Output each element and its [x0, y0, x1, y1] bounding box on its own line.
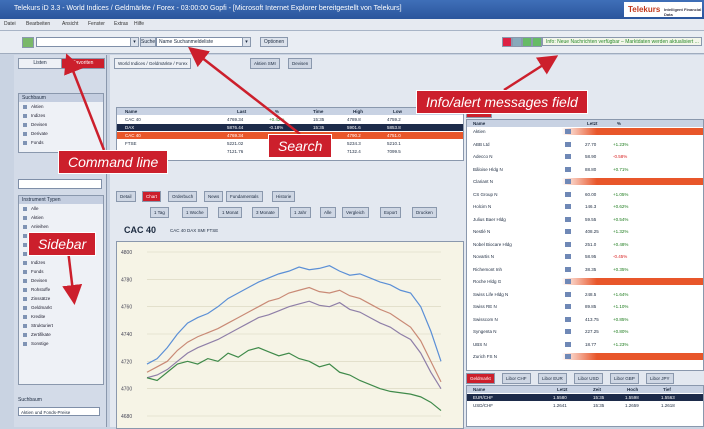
sidebar-arrow: [62, 249, 83, 305]
info-alert-arrow: [503, 55, 559, 92]
search-annotation: Search: [268, 134, 333, 158]
annotation-arrows: [62, 46, 559, 305]
search-arrow: [188, 46, 301, 135]
info-alert-annotation: Info/alert messages field: [416, 90, 588, 114]
sidebar-annotation: Sidebar: [28, 232, 97, 256]
command-line-annotation: Command line: [58, 150, 169, 174]
command-line-arrow: [64, 53, 106, 151]
